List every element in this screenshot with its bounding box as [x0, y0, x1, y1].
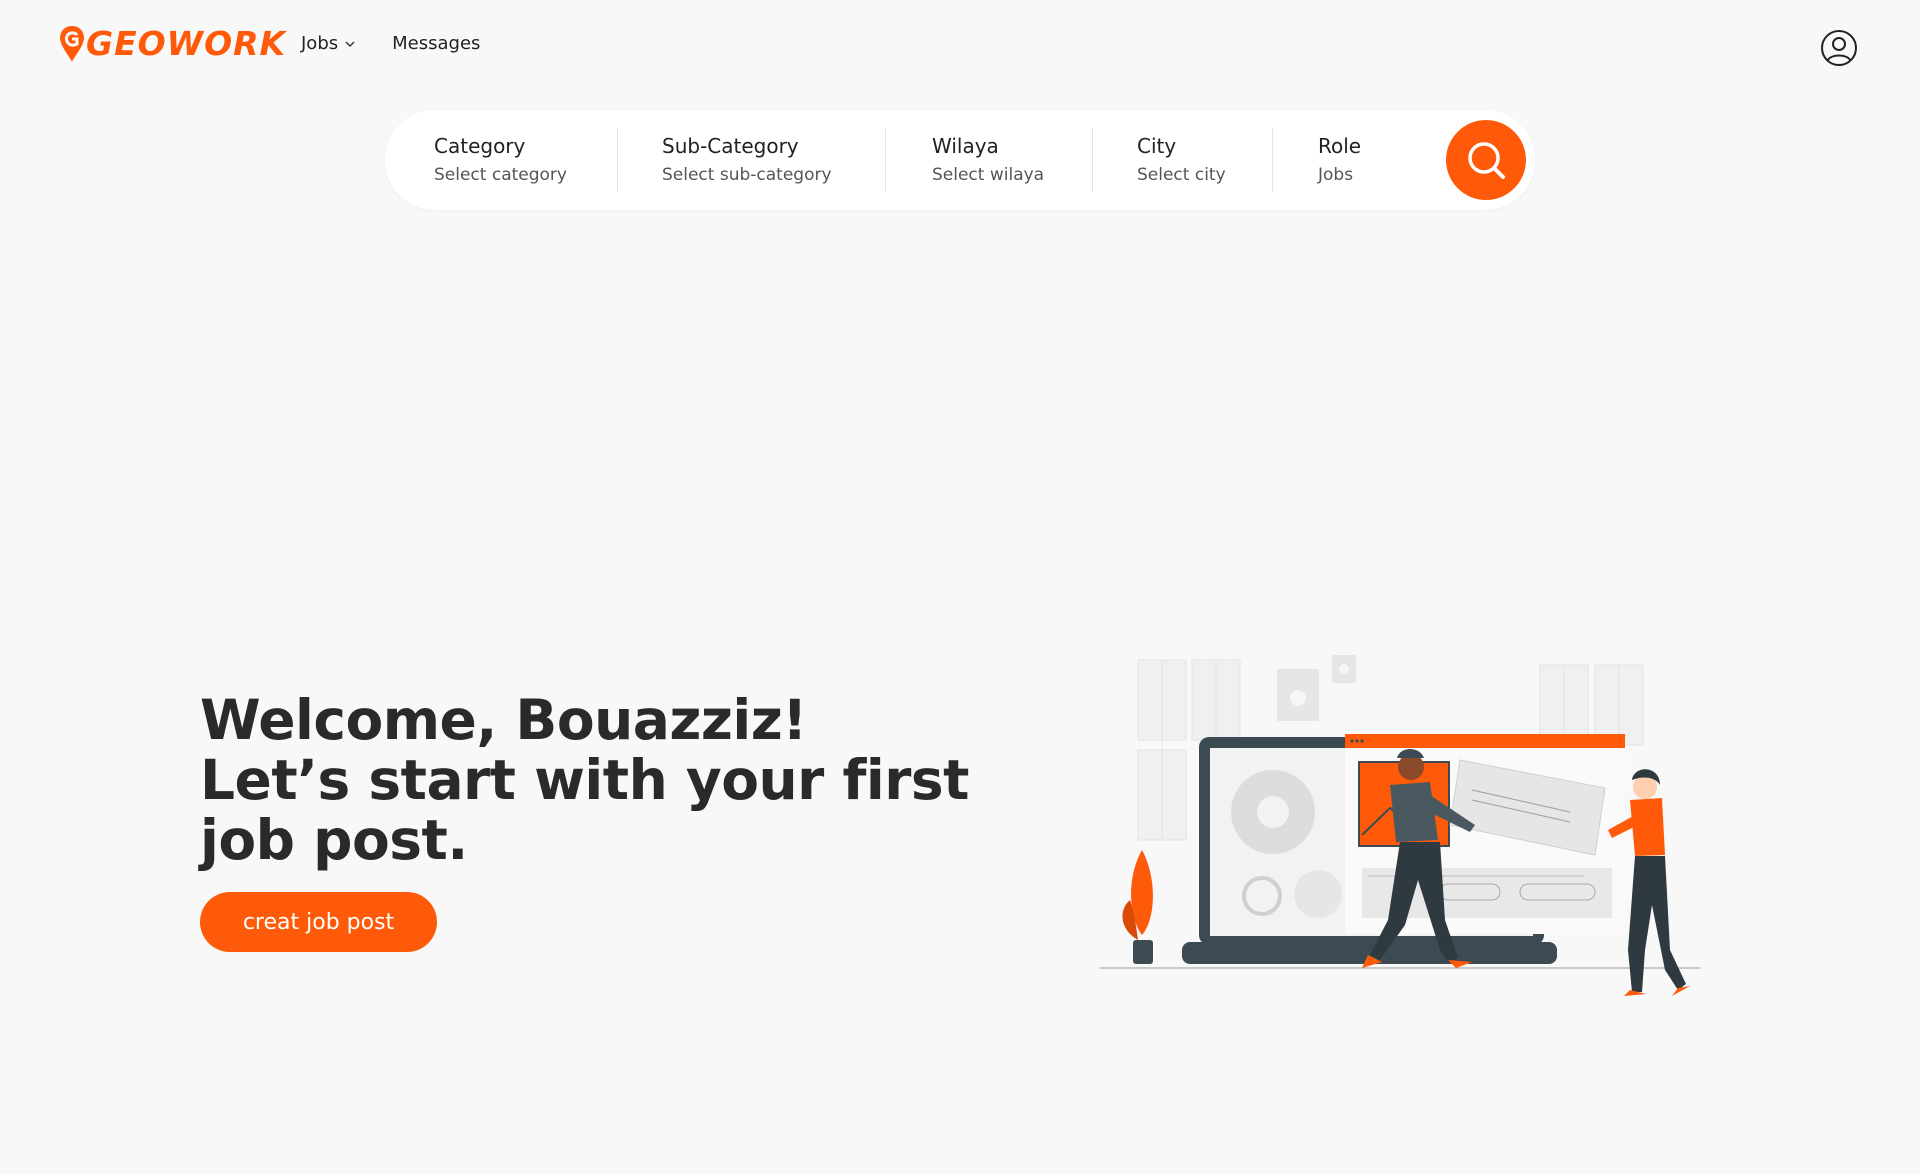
nav-messages[interactable]: Messages: [392, 33, 480, 54]
category-label: Category: [434, 134, 526, 158]
search-button[interactable]: [1446, 120, 1526, 200]
nav-messages-label: Messages: [392, 33, 481, 54]
divider: [885, 128, 886, 192]
divider: [1272, 128, 1273, 192]
role-field[interactable]: Role Jobs: [1318, 132, 1361, 188]
role-value: Jobs: [1318, 165, 1354, 185]
main-nav: Jobs Messages: [301, 33, 480, 54]
user-circle-icon[interactable]: [1820, 29, 1858, 67]
subcategory-field[interactable]: Sub-Category Select sub-category: [662, 132, 832, 188]
city-value: Select city: [1137, 165, 1226, 185]
nav-jobs[interactable]: Jobs: [301, 33, 356, 54]
wilaya-value: Select wilaya: [932, 165, 1045, 185]
job-post-illustration: [1100, 655, 1700, 996]
wilaya-field[interactable]: Wilaya Select wilaya: [932, 132, 1044, 188]
create-job-post-button[interactable]: creat job post: [200, 892, 437, 952]
hero-heading: Welcome, Bouazziz! Let’s start with your…: [200, 690, 980, 870]
role-label: Role: [1318, 134, 1362, 158]
logo-text: GEOWORK: [86, 24, 287, 63]
category-field[interactable]: Category Select category: [434, 132, 567, 188]
hero-line-2: Let’s start with your first: [200, 748, 969, 812]
subcategory-value: Select sub-category: [662, 165, 832, 185]
subcategory-label: Sub-Category: [662, 134, 799, 158]
hero-line-3: job post.: [200, 808, 468, 872]
map-pin-icon: [60, 26, 84, 62]
hero-line-1: Welcome, Bouazziz!: [200, 688, 807, 752]
chevron-down-icon: [345, 41, 355, 47]
divider: [1092, 128, 1093, 192]
wilaya-label: Wilaya: [932, 134, 999, 158]
category-value: Select category: [434, 165, 567, 185]
divider: [617, 128, 618, 192]
nav-jobs-label: Jobs: [301, 33, 339, 54]
top-header: GEOWORK Jobs Messages: [0, 0, 1920, 95]
logo[interactable]: GEOWORK: [58, 24, 286, 64]
city-label: City: [1137, 134, 1177, 158]
search-icon: [1468, 142, 1505, 179]
city-field[interactable]: City Select city: [1137, 132, 1226, 188]
search-bar: Category Select category Sub-Category Se…: [385, 110, 1535, 210]
